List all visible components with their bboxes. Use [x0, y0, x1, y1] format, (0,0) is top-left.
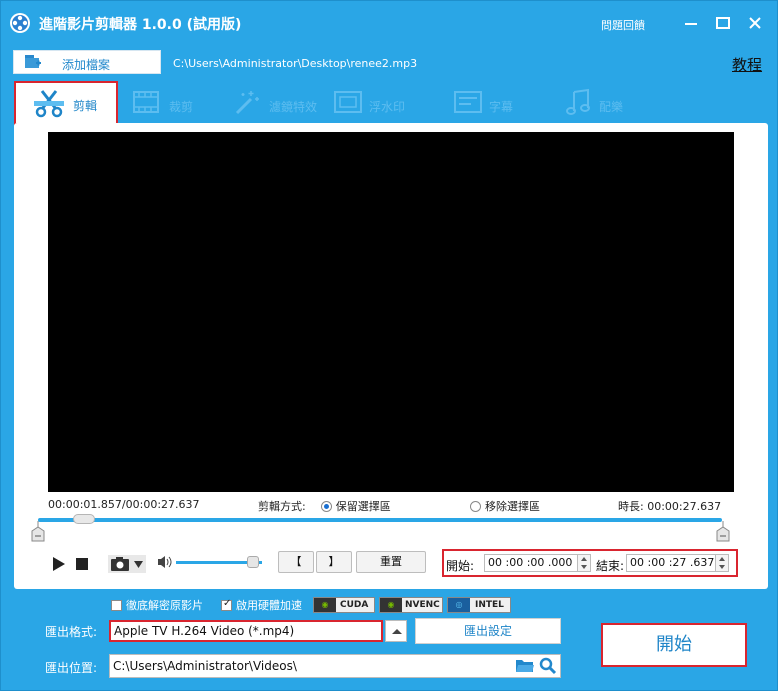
magic-wand-icon	[235, 91, 259, 115]
end-marker-icon[interactable]	[715, 521, 731, 545]
title-bar[interactable]: 進階影片剪輯器 1.0.0 (試用版) 問題回饋	[1, 1, 777, 45]
nvenc-badge: ◉ NVENC	[379, 597, 443, 613]
hw-accel-label: 啟用硬體加速	[236, 599, 302, 612]
keep-selection-radio[interactable]	[320, 501, 332, 512]
start-time-label: 開始:	[446, 559, 475, 573]
window-title: 進階影片剪輯器 1.0.0 (試用版)	[39, 17, 242, 33]
total-time: 00:00:27.637	[125, 498, 200, 511]
tab-subtitle[interactable]: 字幕	[451, 81, 541, 125]
film-reel-icon	[10, 13, 30, 33]
play-icon[interactable]	[52, 557, 66, 571]
search-icon[interactable]	[539, 657, 557, 675]
maximize-icon[interactable]	[713, 13, 733, 33]
minimize-icon[interactable]	[681, 13, 701, 33]
format-label: 匯出格式:	[45, 625, 98, 639]
decrypt-label: 徹底解密原影片	[126, 599, 203, 612]
cut-mode-label: 剪輯方式:	[258, 500, 306, 513]
tab-label: 濾鏡特效	[269, 100, 318, 114]
playback-time: 00:00:01.857/00:00:27.637	[48, 498, 200, 511]
loaded-file-path: C:\Users\Administrator\Desktop\renee2.mp…	[173, 57, 418, 70]
export-settings-button[interactable]: 匯出設定	[415, 618, 561, 644]
volume-handle[interactable]	[247, 556, 260, 568]
music-note-icon	[566, 88, 590, 115]
tutorial-link[interactable]: 教程	[732, 54, 762, 75]
keep-selection-label[interactable]: 保留選擇區	[336, 500, 391, 513]
scissors-film-icon	[34, 90, 64, 118]
folder-open-icon[interactable]	[515, 658, 535, 674]
location-label: 匯出位置:	[45, 661, 98, 675]
end-time-spinner[interactable]	[715, 554, 729, 572]
decrypt-option[interactable]: 徹底解密原影片	[111, 597, 203, 613]
end-time-input[interactable]: 00 :00 :27 .637	[626, 554, 716, 572]
tab-label: 裁剪	[169, 100, 194, 114]
start-time-spinner[interactable]	[577, 554, 591, 572]
remove-selection-radio[interactable]	[470, 501, 481, 512]
set-end-bracket-button[interactable]: 】	[316, 551, 352, 573]
reset-button[interactable]: 重置	[356, 551, 426, 573]
nvidia-logo-icon: ◉	[380, 598, 402, 612]
format-select[interactable]: Apple TV H.264 Video (*.mp4)	[109, 620, 383, 642]
add-file-label: 添加檔案	[62, 58, 111, 72]
tab-label: 剪輯	[73, 99, 98, 113]
cut-mode-group: 剪輯方式: 保留選擇區	[258, 498, 391, 514]
current-time: 00:00:01.857	[48, 498, 122, 511]
remove-selection-group: 移除選擇區	[470, 498, 540, 514]
start-time-input[interactable]: 00 :00 :00 .000	[484, 554, 578, 572]
camera-icon[interactable]	[108, 555, 146, 573]
tab-cut[interactable]: 剪輯	[14, 81, 118, 125]
set-start-bracket-button[interactable]: 【	[278, 551, 314, 573]
playhead-handle[interactable]	[72, 514, 95, 524]
close-icon[interactable]	[745, 13, 765, 33]
duration-label: 時長:	[618, 500, 644, 513]
hw-accel-checkbox[interactable]	[221, 598, 232, 611]
output-path-input[interactable]: C:\Users\Administrator\Videos\	[109, 654, 561, 678]
nvidia-logo-icon: ◉	[314, 598, 336, 612]
duration-group: 時長: 00:00:27.637	[618, 498, 721, 514]
app-window: 進階影片剪輯器 1.0.0 (試用版) 問題回饋 添加檔案 C:\Users\A…	[0, 0, 778, 691]
tab-label: 浮水印	[369, 100, 406, 114]
tab-label: 字幕	[489, 100, 514, 114]
timeline-track[interactable]	[38, 518, 722, 522]
intel-badge: ◎ INTEL	[447, 597, 511, 613]
watermark-icon	[334, 91, 362, 113]
tab-label: 配樂	[599, 100, 624, 114]
video-preview[interactable]	[48, 132, 734, 492]
start-marker-icon[interactable]	[30, 521, 46, 545]
feedback-link[interactable]: 問題回饋	[601, 17, 645, 33]
format-dropdown-arrow-icon[interactable]	[385, 620, 407, 642]
start-end-time-box: 開始: 00 :00 :00 .000 結束: 00 :00 :27 .637	[442, 549, 738, 577]
volume-icon[interactable]	[157, 555, 173, 569]
remove-selection-label[interactable]: 移除選擇區	[485, 500, 540, 513]
add-file-button[interactable]: 添加檔案	[13, 50, 161, 74]
cuda-badge: ◉ CUDA	[313, 597, 375, 613]
tab-music[interactable]: 配樂	[561, 81, 651, 125]
editor-panel: 00:00:01.857/00:00:27.637 剪輯方式: 保留選擇區 移除…	[14, 123, 768, 589]
decrypt-checkbox[interactable]	[111, 600, 122, 611]
crop-film-icon	[133, 91, 159, 113]
tab-crop[interactable]: 裁剪	[129, 81, 229, 125]
folder-add-icon	[25, 55, 41, 68]
stop-icon[interactable]	[76, 558, 88, 570]
tab-watermark[interactable]: 浮水印	[331, 81, 421, 125]
hw-accel-option[interactable]: 啟用硬體加速	[221, 597, 302, 613]
duration-value: 00:00:27.637	[647, 500, 722, 513]
feature-tabs: 剪輯 裁剪 濾鏡特效 浮水印 字幕 配樂	[1, 81, 777, 125]
end-time-label: 結束:	[596, 559, 625, 573]
subtitle-icon	[454, 91, 482, 113]
start-export-button[interactable]: 開始	[601, 623, 747, 667]
intel-logo-icon: ◎	[448, 598, 470, 612]
tab-filters[interactable]: 濾鏡特效	[229, 81, 329, 125]
